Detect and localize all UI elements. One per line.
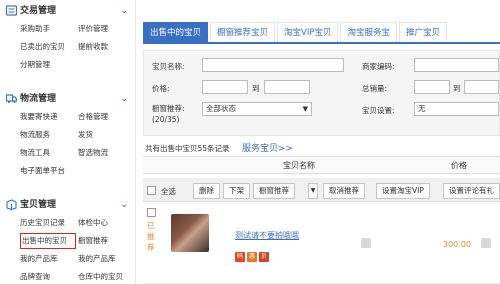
goods-icon — [6, 199, 17, 210]
window-count: (20/35) — [152, 115, 180, 124]
set-comment-gift-button[interactable]: 设置评论有礼 — [443, 183, 500, 199]
delist-button[interactable]: 下架 — [223, 183, 250, 199]
sidebar-item-logistics-tools[interactable]: 物流工具 — [20, 144, 78, 162]
table-row: 已推荐 测试请不要拍哦哦 码 惠 折 300.00 — [143, 204, 500, 284]
sidebar-item-review-management[interactable]: 评价管理 — [78, 20, 136, 38]
tab-promotion[interactable]: 推广宝贝 — [399, 22, 448, 42]
cancel-recommend-button[interactable]: 取消推荐 — [323, 183, 365, 199]
section-logistics: 物流管理 ⌄ 我要寄快递 合格管理 物流服务 发货 物流工具 智选物流 电子面单… — [0, 90, 136, 180]
tab-bar: 出售中的宝贝 橱窗推荐宝贝 淘宝VIP宝贝 淘宝服务宝 推广宝贝 — [143, 22, 500, 44]
tab-service[interactable]: 淘宝服务宝 — [340, 22, 397, 42]
sidebar-item-product-library[interactable]: 我的产品库 — [20, 250, 78, 268]
sidebar-item-brand-query[interactable]: 品牌查询 — [20, 268, 78, 284]
badge-discount-icon: 惠 — [247, 252, 257, 262]
sales-max-input[interactable] — [464, 80, 499, 94]
chevron-down-icon[interactable]: ⌄ — [120, 2, 128, 20]
code-label: 商家编码: — [362, 62, 395, 71]
price-label: 价格: — [152, 84, 170, 93]
sidebar-item-installment[interactable]: 分期管理 — [20, 56, 78, 74]
goods-setting-value: 无 — [418, 104, 426, 113]
sidebar-item-logistics-service[interactable]: 物流服务 — [20, 126, 78, 144]
main-content: 出售中的宝贝 橱窗推荐宝贝 淘宝VIP宝贝 淘宝服务宝 推广宝贝 宝贝名称: 商… — [137, 0, 500, 284]
section-goods: 宝贝管理 ⌄ 历史宝贝记录 体检中心 出售中的宝贝 橱窗推荐 我的产品库 我的产… — [0, 196, 136, 284]
badge-sale-icon: 折 — [259, 252, 269, 262]
product-thumbnail[interactable] — [171, 214, 209, 252]
action-bar: 全选 删除 下架 橱窗推荐 ▼ 取消推荐 设置淘宝VIP 设置评论有礼 — [143, 178, 500, 202]
col-price-header: 价格 — [451, 161, 467, 170]
section-header-logistics[interactable]: 物流管理 ⌄ — [0, 90, 136, 108]
product-badges: 码 惠 折 — [235, 252, 269, 262]
price-min-input[interactable] — [202, 80, 248, 94]
sidebar-item-e-waybill[interactable]: 电子面单平台 — [20, 162, 78, 180]
sidebar-item-window-recommend[interactable]: 橱窗推荐 — [78, 232, 136, 250]
sidebar-item-send-express[interactable]: 我要寄快递 — [20, 108, 78, 126]
window-status-value: 全部状态 — [206, 104, 236, 113]
recommended-tag: 已推荐 — [147, 221, 155, 252]
delete-button[interactable]: 删除 — [193, 183, 220, 199]
price-max-input[interactable] — [264, 80, 310, 94]
window-status-select[interactable]: 全部状态 ▼ — [202, 102, 312, 116]
name-label: 宝贝名称: — [152, 62, 185, 71]
record-count: 共有出售中宝贝55条记录 — [145, 144, 230, 153]
product-price: 300.00 — [443, 240, 471, 249]
section-title: 宝贝管理 — [20, 200, 57, 210]
section-transaction: 交易管理 ⌄ 采购助手 评价管理 已卖出的宝贝 提前收款 分期管理 — [0, 2, 136, 74]
sidebar-item-checkup[interactable]: 体检中心 — [78, 214, 136, 232]
table-header: 宝贝名称 价格 — [143, 156, 500, 174]
service-goods-link[interactable]: 服务宝贝>> — [242, 144, 293, 154]
sidebar-item-qualified-management[interactable]: 合格管理 — [78, 108, 136, 126]
window-recommend-button[interactable]: 橱窗推荐 — [253, 183, 295, 199]
goods-setting-select[interactable]: 无 — [414, 102, 499, 116]
sidebar-item-sold-goods[interactable]: 已卖出的宝贝 — [20, 38, 78, 56]
sidebar-item-smart-logistics[interactable]: 智选物流 — [78, 144, 136, 162]
sales-label: 总销量: — [362, 84, 388, 93]
sidebar-item-ship[interactable]: 发货 — [78, 126, 136, 144]
filter-panel: 宝贝名称: 商家编码: 价格: 到 总销量: 到 橱窗推荐: (20/35) 全… — [143, 50, 500, 136]
tab-on-sale[interactable]: 出售中的宝贝 — [143, 22, 209, 42]
transaction-icon — [6, 5, 17, 16]
select-all-label: 全选 — [161, 187, 176, 196]
section-title: 物流管理 — [20, 94, 57, 104]
sidebar-item-on-sale[interactable]: 出售中的宝贝 — [20, 233, 76, 249]
sidebar-item-purchase-helper[interactable]: 采购助手 — [20, 20, 78, 38]
window-label: 橱窗推荐: — [152, 104, 185, 113]
sidebar-item-history[interactable]: 历史宝贝记录 — [20, 214, 78, 232]
logistics-icon — [6, 94, 17, 103]
caret-down-icon: ▼ — [302, 105, 308, 113]
sidebar: 交易管理 ⌄ 采购助手 评价管理 已卖出的宝贝 提前收款 分期管理 物流管理 ⌄… — [0, 0, 136, 284]
goods-setting-label: 宝贝设置: — [362, 106, 395, 115]
section-header-goods[interactable]: 宝贝管理 ⌄ — [0, 196, 136, 214]
set-vip-button[interactable]: 设置淘宝VIP — [376, 183, 430, 199]
badge-code-icon: 码 — [235, 252, 245, 262]
product-title-link[interactable]: 测试请不要拍哦哦 — [235, 230, 299, 241]
section-header-transaction[interactable]: 交易管理 ⌄ — [0, 2, 136, 20]
to-label-2: 到 — [453, 84, 461, 93]
to-label: 到 — [252, 84, 260, 93]
section-title: 交易管理 — [20, 6, 57, 16]
name-input[interactable] — [202, 58, 344, 72]
tab-vip[interactable]: 淘宝VIP宝贝 — [277, 22, 339, 42]
edit-title-icon[interactable] — [361, 238, 371, 248]
chevron-down-icon[interactable]: ⌄ — [120, 90, 128, 108]
sales-min-input[interactable] — [414, 80, 450, 94]
summary-bar: 共有出售中宝贝55条记录 服务宝贝>> — [145, 141, 293, 154]
chevron-down-icon[interactable]: ⌄ — [120, 196, 128, 214]
sidebar-item-product-library-2[interactable]: 我的产品库 — [78, 250, 136, 268]
edit-price-icon[interactable] — [481, 238, 491, 248]
tab-window-recommend[interactable]: 橱窗推荐宝贝 — [210, 22, 276, 42]
row-checkbox[interactable] — [147, 208, 156, 217]
code-input[interactable] — [414, 58, 499, 72]
sidebar-item-warehouse[interactable]: 仓库中的宝贝 — [78, 268, 136, 284]
select-all-checkbox[interactable] — [147, 186, 156, 195]
sidebar-item-early-payment[interactable]: 提前收款 — [78, 38, 136, 56]
window-dropdown-button[interactable]: ▼ — [308, 183, 318, 199]
col-name-header: 宝贝名称 — [283, 161, 315, 170]
